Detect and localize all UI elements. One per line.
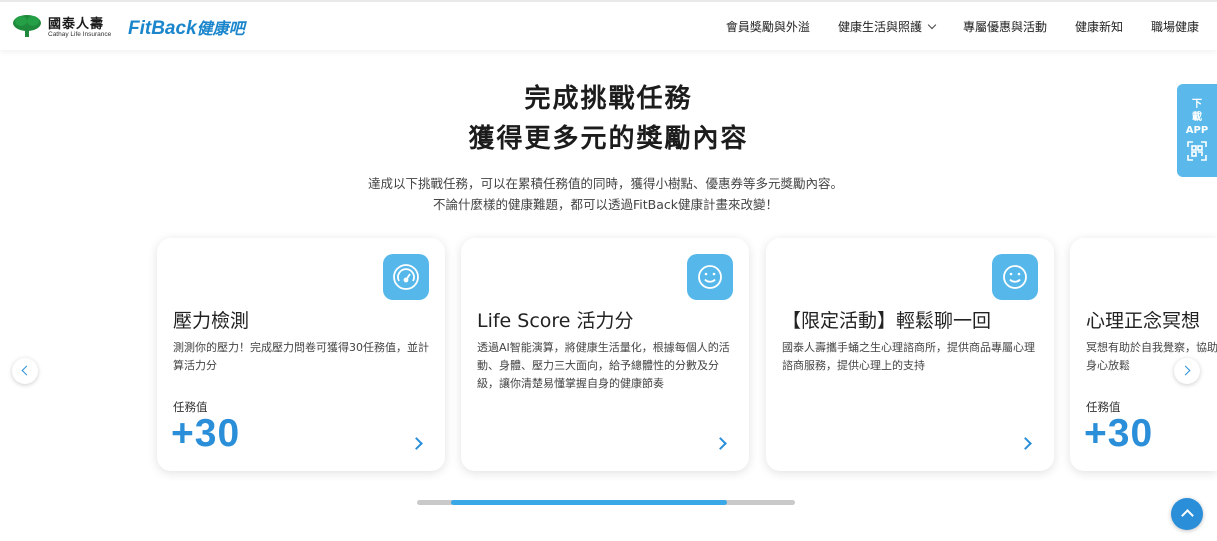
card-description: 測測你的壓力！完成壓力問卷可獲得30任務值，並計算活力分 (173, 341, 429, 372)
download-app-tab[interactable]: 下 載 APP (1177, 84, 1217, 177)
nav-item-offers[interactable]: 專屬優惠與活動 (963, 18, 1047, 35)
task-card-meditation[interactable]: 心理正念冥想 冥想有助於自我覺察，協助調節情緒，並提供方法讓身心放鬆 任務值 +… (1070, 238, 1217, 471)
task-value: +30 (1084, 412, 1154, 455)
hero-description-line2: 不論什麼樣的健康難題，都可以透過FitBack健康計畫來改變！ (432, 197, 778, 212)
smiley-icon (698, 265, 722, 289)
chevron-up-icon (1181, 509, 1194, 522)
carousel-progress-fill (451, 500, 727, 505)
chevron-left-icon (21, 365, 32, 376)
hero-description-line1: 達成以下挑戰任務，可以在累積任務值的同時，獲得小樹點、優惠券等多元獎勵內容。 (367, 176, 843, 191)
cathay-logo[interactable]: 國泰人壽 Cathay Life Insurance (12, 12, 112, 42)
fitback-logo-en: FitBack (128, 18, 197, 39)
brand-subtitle: Cathay Life Insurance (48, 31, 112, 38)
carousel-next-button[interactable] (1174, 358, 1200, 384)
download-app-label-3: APP (1185, 125, 1209, 136)
card-icon-box (992, 254, 1038, 300)
nav-item-health-news[interactable]: 健康新知 (1075, 18, 1123, 35)
carousel-progress-bar[interactable] (417, 500, 795, 505)
card-icon-box (687, 254, 733, 300)
card-title: 心理正念冥想 (1086, 310, 1201, 332)
download-app-label-1: 下 (1192, 99, 1202, 110)
card-title: Life Score 活力分 (477, 310, 634, 332)
site-header: 國泰人壽 Cathay Life Insurance FitBack健康吧 會員… (0, 0, 1217, 50)
chevron-down-icon (927, 20, 937, 30)
nav-item-health-life[interactable]: 健康生活與照護 (838, 18, 937, 35)
card-title: 【限定活動】輕鬆聊一回 (782, 310, 992, 332)
task-card-stress-test[interactable]: 壓力檢測 測測你的壓力！完成壓力問卷可獲得30任務值，並計算活力分 任務值 +3… (157, 238, 445, 471)
card-title: 壓力檢測 (173, 310, 250, 332)
back-to-top-button[interactable] (1171, 498, 1203, 530)
fitback-logo-zh: 健康吧 (196, 19, 245, 38)
brand-name: 國泰人壽 (48, 17, 105, 32)
task-card-life-score[interactable]: Life Score 活力分 透過AI智能演算，將健康生活量化，根據每個人的活動… (461, 238, 749, 471)
carousel-prev-button[interactable] (12, 358, 38, 384)
task-card-counseling[interactable]: 【限定活動】輕鬆聊一回 國泰人壽攜手蛹之生心理諮商所，提供商品專屬心理諮商服務，… (766, 238, 1054, 471)
card-description: 國泰人壽攜手蛹之生心理諮商所，提供商品專屬心理諮商服務，提供心理上的支持 (782, 341, 1035, 372)
task-value: +30 (171, 412, 241, 455)
fitback-logo[interactable]: FitBack健康吧 (128, 15, 245, 40)
card-description: 透過AI智能演算，將健康生活量化，根據每個人的活動、身體、壓力三大面向，給予總體… (477, 341, 730, 390)
nav-item-workplace-health[interactable]: 職場健康 (1151, 18, 1199, 35)
main-nav: 會員獎勵與外溢 健康生活與照護 專屬優惠與活動 健康新知 職場健康 (726, 18, 1199, 35)
chevron-right-icon[interactable] (1019, 437, 1032, 450)
card-icon-box (383, 254, 429, 300)
hero-title-line1: 完成挑戰任務 (524, 84, 693, 114)
chevron-right-icon[interactable] (410, 437, 423, 450)
download-app-label-2: 載 (1192, 112, 1202, 123)
nav-item-rewards[interactable]: 會員獎勵與外溢 (726, 18, 810, 35)
gauge-icon (393, 264, 419, 290)
chevron-right-icon[interactable] (714, 437, 727, 450)
chevron-right-icon (1180, 365, 1191, 376)
hero-title-line2: 獲得更多元的獎勵內容 (468, 124, 749, 154)
smiley-icon (1003, 265, 1027, 289)
tree-logo-icon (13, 15, 41, 37)
qr-code-icon (1187, 141, 1207, 161)
